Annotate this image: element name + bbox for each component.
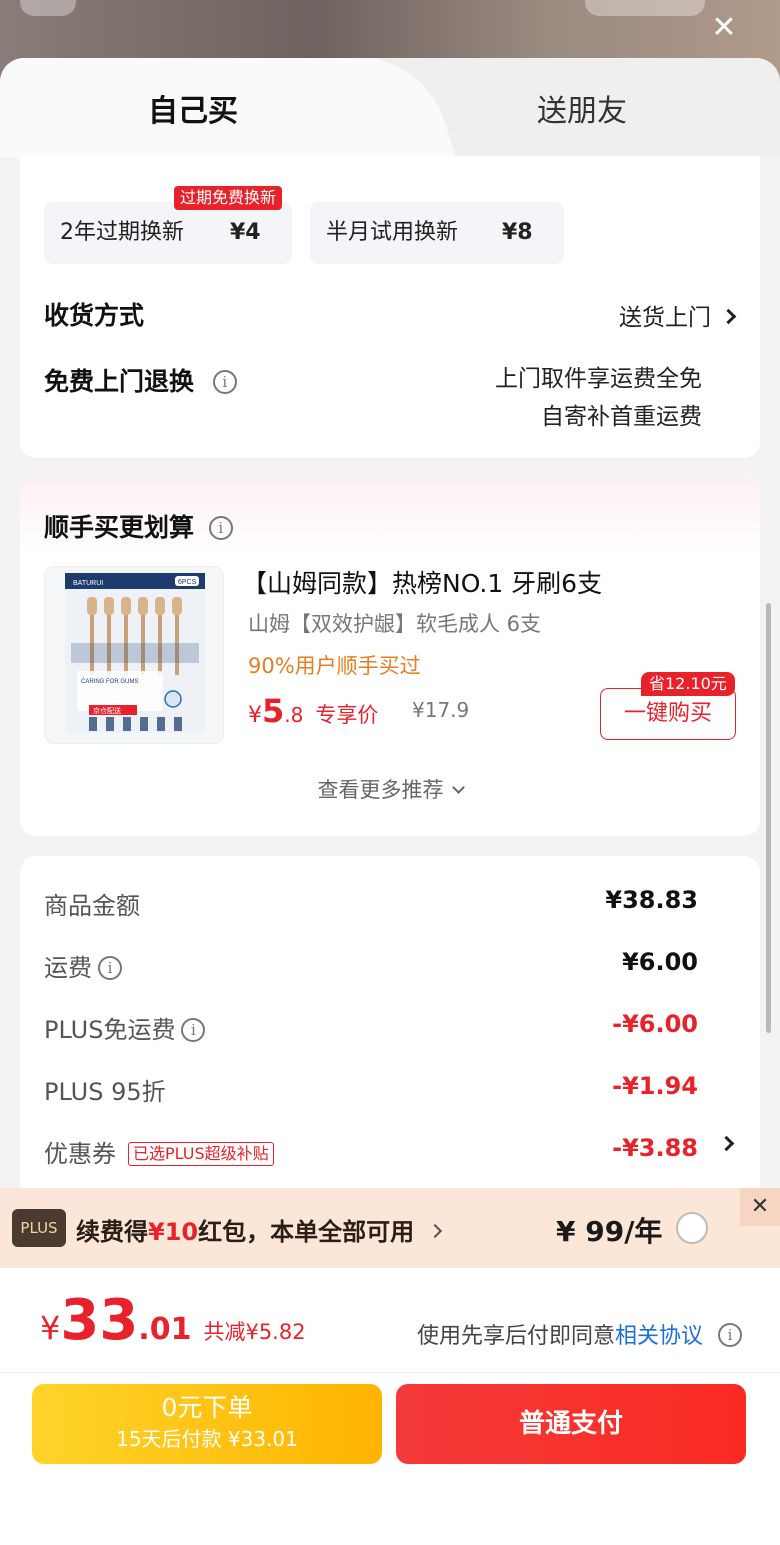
- total-reduction: 共减¥5.82: [203, 1320, 306, 1344]
- summary-row-goods: 商品金额 ¥38.83: [44, 886, 698, 920]
- delivery-method[interactable]: 送货上门: [619, 298, 737, 332]
- free-return-label: 免费上门退换 i: [44, 362, 237, 398]
- info-icon[interactable]: i: [718, 1323, 742, 1347]
- top-actions[interactable]: [585, 0, 705, 16]
- product-price: ¥5.8 专享价: [248, 692, 379, 730]
- free-return-info: 上门取件享运费全免 自寄补首重运费: [495, 366, 702, 430]
- svg-text:京仓配送: 京仓配送: [93, 706, 121, 715]
- delivery-label: 收货方式: [44, 301, 145, 330]
- info-icon[interactable]: i: [98, 956, 122, 980]
- back-button[interactable]: [20, 0, 76, 16]
- plus-logo: PLUS: [12, 1209, 66, 1247]
- service-badge: 过期免费换新: [174, 186, 283, 210]
- product-popularity: 90%用户顺手买过: [248, 654, 421, 678]
- save-badge: 省12.10元: [641, 672, 735, 696]
- product-subtitle: 山姆【双效护龈】软毛成人 6支: [248, 612, 542, 636]
- price-summary-card: 商品金额 ¥38.83 运费 i ¥6.00 PLUS免运费 i -¥6.00 PL…: [20, 856, 760, 1216]
- product-original-price: ¥17.9: [412, 698, 470, 722]
- recommend-card: 顺手买更划算 i BATURUI 6PCS CARING FOR GUMS 京仓…: [20, 478, 760, 836]
- service-option-2year[interactable]: 2年过期换新 ¥4: [44, 202, 292, 264]
- more-recommend-link[interactable]: 查看更多推荐: [20, 774, 760, 804]
- checkout-bar: ¥33.01 共减¥5.82 使用先享后付即同意相关协议 i 0元下单 15天后付…: [0, 1268, 780, 1545]
- plus-select-radio[interactable]: [676, 1212, 708, 1244]
- info-icon[interactable]: i: [212, 370, 237, 394]
- svg-text:6PCS: 6PCS: [178, 579, 197, 586]
- chevron-right-icon: [718, 1135, 735, 1152]
- summary-row-coupon[interactable]: 优惠券 已选PLUS超级补贴 -¥3.88: [44, 1134, 735, 1169]
- total-price: ¥33.01 共减¥5.82: [40, 1288, 306, 1353]
- scrollbar[interactable]: [766, 603, 771, 1033]
- svg-text:BATURUI: BATURUI: [73, 580, 103, 587]
- toothbrush-pack-image: BATURUI 6PCS CARING FOR GUMS 京仓配送: [65, 573, 205, 733]
- close-icon[interactable]: ✕: [740, 1188, 780, 1226]
- plus-price: ¥ 99/年: [556, 1215, 663, 1248]
- tab-buy-self[interactable]: 自己买: [148, 86, 238, 130]
- summary-row-plus-discount: PLUS 95折 -¥1.94: [44, 1072, 698, 1106]
- chevron-right-icon: [428, 1223, 443, 1239]
- chevron-down-icon: [451, 781, 465, 794]
- agreement-link[interactable]: 相关协议: [615, 1324, 703, 1349]
- divider: [0, 1372, 780, 1373]
- svg-text:CARING FOR GUMS: CARING FOR GUMS: [81, 679, 138, 685]
- plus-renewal-text: 续费得¥10红包，本单全部可用: [76, 1212, 443, 1247]
- chevron-right-icon: [720, 308, 737, 325]
- normal-pay-button[interactable]: 普通支付: [396, 1384, 746, 1464]
- tab-bar: 自己买 送朋友: [0, 58, 780, 158]
- product-image[interactable]: BATURUI 6PCS CARING FOR GUMS 京仓配送: [44, 566, 224, 744]
- service-card: 2年过期换新 ¥4 过期免费换新 半月试用换新 ¥8 收货方式 送货上门 免费上…: [20, 156, 760, 458]
- tab-send-friend[interactable]: 送朋友: [537, 86, 627, 130]
- product-title[interactable]: 【山姆同款】热榜NO.1 牙刷6支: [242, 564, 602, 600]
- recommend-title: 顺手买更划算 i: [44, 508, 233, 544]
- agreement-text: 使用先享后付即同意相关协议 i: [417, 1318, 742, 1350]
- service-option-halfmonth[interactable]: 半月试用换新 ¥8: [310, 202, 564, 264]
- checkout-sheet: 自己买 送朋友 2年过期换新 ¥4 过期免费换新 半月试用换新 ¥8 收货方式 …: [0, 58, 780, 1545]
- summary-row-shipping: 运费 i ¥6.00: [44, 948, 698, 982]
- info-icon[interactable]: i: [208, 516, 233, 540]
- coupon-tag: 已选PLUS超级补贴: [128, 1142, 274, 1166]
- info-icon[interactable]: i: [181, 1018, 206, 1042]
- plus-renewal-bar[interactable]: PLUS 续费得¥10红包，本单全部可用 ¥ 99/年 ✕: [0, 1188, 780, 1268]
- pay-later-button[interactable]: 0元下单 15天后付款 ¥33.01: [32, 1384, 382, 1464]
- close-icon[interactable]: ✕: [706, 10, 742, 46]
- summary-row-plus-free-shipping: PLUS免运费 i -¥6.00: [44, 1010, 698, 1044]
